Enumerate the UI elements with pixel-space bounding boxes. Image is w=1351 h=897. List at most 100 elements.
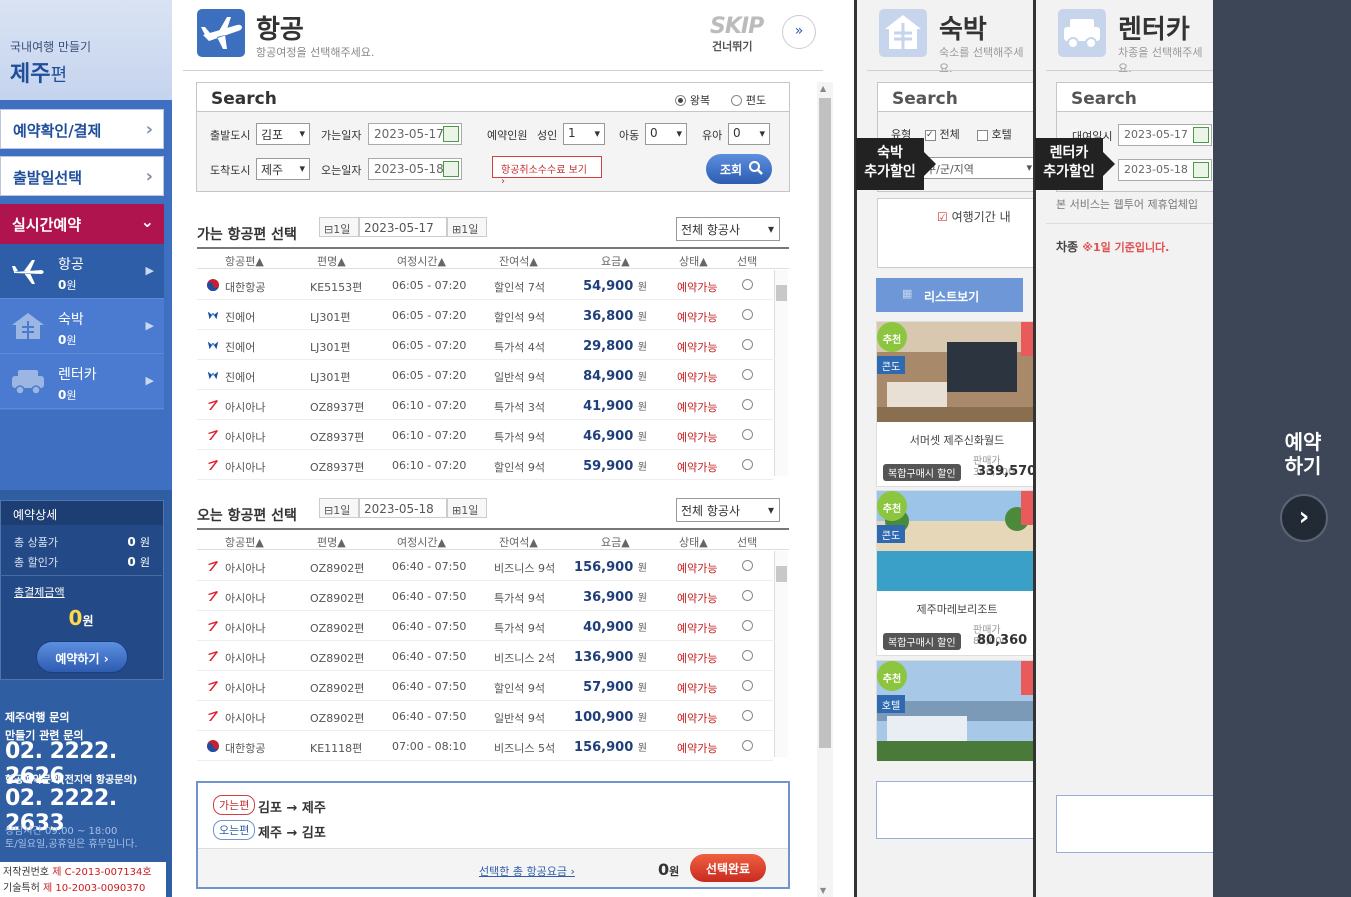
- select-radio[interactable]: [742, 339, 753, 350]
- flight-row[interactable]: 대한항공 KE1118편 07:00 - 08:10 비즈니스 5석 156,900 원…: [197, 731, 773, 761]
- dep-city-select[interactable]: 김포: [256, 123, 310, 145]
- sidebar-item-label: 항공: [58, 257, 84, 273]
- trip-round-radio[interactable]: 왕복: [675, 92, 710, 108]
- flight-row[interactable]: 아시아나 OZ8937편 06:10 - 07:20 특가석 9석 46,900 원 예약…: [197, 420, 773, 450]
- select-radio[interactable]: [742, 560, 753, 571]
- inbound-scrollbar[interactable]: [774, 551, 788, 757]
- sidebar-item-hotel[interactable]: 숙박 0원 ▶: [0, 299, 164, 354]
- flight-row[interactable]: 대한항공 KE5153편 06:05 - 07:20 할인석 7석 54,900 원 예약…: [197, 270, 773, 300]
- calendar-icon[interactable]: [443, 161, 459, 177]
- select-done-button[interactable]: 선택완료: [690, 854, 766, 882]
- book-now-arrow-button[interactable]: ›: [1280, 494, 1328, 542]
- select-radio[interactable]: [742, 429, 753, 440]
- back-date-input[interactable]: 2023-05-18: [368, 158, 462, 180]
- scroll-down-icon[interactable]: ▼: [820, 886, 826, 895]
- skip-button[interactable]: »: [782, 15, 816, 49]
- flight-row[interactable]: 진에어 LJ301편 06:05 - 07:20 할인석 9석 36,800 원 예약가능: [197, 300, 773, 330]
- list-view-button[interactable]: ▦ 리스트보기: [876, 278, 1023, 312]
- column-header[interactable]: 상태▲: [679, 534, 708, 550]
- menu-departure-date[interactable]: 출발일선택 ›: [0, 156, 164, 196]
- flight-row[interactable]: 아시아나 OZ8902편 06:40 - 07:50 비즈니스 9석 156,900 원…: [197, 551, 773, 581]
- sidebar-book-button[interactable]: 예약하기 ›: [36, 641, 128, 673]
- period-check[interactable]: ☑ 여행기간 내: [937, 208, 1011, 225]
- hotel-type-all[interactable]: ✓ 전체: [925, 126, 960, 142]
- outbound-scrollbar[interactable]: [774, 270, 788, 476]
- column-header[interactable]: 여정시간▲: [397, 534, 446, 550]
- inbound-next-day[interactable]: ⊞1일: [447, 498, 487, 518]
- calendar-icon[interactable]: [1193, 162, 1209, 178]
- flight-row[interactable]: 아시아나 OZ8902편 06:40 - 07:50 특가석 9석 36,900 원 예약…: [197, 581, 773, 611]
- flight-row[interactable]: 아시아나 OZ8902편 06:40 - 07:50 일반석 9석 100,900 원 예…: [197, 701, 773, 731]
- chevron-right-icon: ▶: [145, 264, 154, 277]
- column-header: 선택: [737, 536, 758, 549]
- menu-booking-check[interactable]: 예약확인/결제 ›: [0, 109, 164, 149]
- column-header[interactable]: 요금▲: [601, 534, 630, 550]
- skip-label[interactable]: SKIP: [710, 14, 764, 39]
- menu-realtime-booking[interactable]: 실시간예약 ⌄: [0, 204, 164, 244]
- column-header[interactable]: 여정시간▲: [397, 253, 446, 269]
- outbound-prev-day[interactable]: ⊟1일: [319, 217, 359, 237]
- select-radio[interactable]: [742, 710, 753, 721]
- column-header[interactable]: 편명▲: [317, 534, 346, 550]
- flight-row[interactable]: 아시아나 OZ8937편 06:10 - 07:20 할인석 9석 59,900 원 예약…: [197, 450, 773, 480]
- outbound-airline-select[interactable]: 전체 항공사 ▾: [676, 217, 780, 241]
- flight-row[interactable]: 아시아나 OZ8902편 06:40 - 07:50 할인석 9석 57,900 원 예약…: [197, 671, 773, 701]
- arr-city-select[interactable]: 제주: [256, 158, 310, 180]
- cancel-fee-button[interactable]: 항공취소수수료 보기 ›: [492, 156, 602, 187]
- seat-class: 특가석 4석: [494, 341, 545, 354]
- column-header[interactable]: 잔여석▲: [499, 253, 538, 269]
- select-radio[interactable]: [742, 590, 753, 601]
- search-button[interactable]: 조회: [706, 154, 772, 184]
- column-header[interactable]: 잔여석▲: [499, 534, 538, 550]
- infant-select[interactable]: 0: [728, 123, 770, 145]
- skip-sublabel[interactable]: 건너뛰기: [712, 38, 752, 54]
- main-scrollbar-thumb[interactable]: [819, 98, 831, 748]
- sidebar-item-rentcar[interactable]: 렌터카 0원 ▶: [0, 354, 164, 409]
- column-header[interactable]: 항공편▲: [225, 534, 264, 550]
- column-header[interactable]: 상태▲: [679, 253, 708, 269]
- go-date-input[interactable]: 2023-05-17: [368, 123, 462, 145]
- select-radio[interactable]: [742, 680, 753, 691]
- book-now-label[interactable]: 예약 하기: [1213, 430, 1351, 478]
- select-radio[interactable]: [742, 309, 753, 320]
- flight-row[interactable]: 진에어 LJ301편 06:05 - 07:20 일반석 9석 84,900 원 예약가능: [197, 360, 773, 390]
- fare: 57,900 원: [583, 680, 647, 695]
- sidebar: 국내여행 만들기 제주편 예약확인/결제 › 출발일선택 › 실시간예약 ⌄ 항공 0…: [0, 0, 172, 897]
- flight-row[interactable]: 아시아나 OZ8937편 06:10 - 07:20 특가석 3석 41,900 원 예약…: [197, 390, 773, 420]
- adult-label: 성인: [537, 129, 558, 142]
- flight-row[interactable]: 아시아나 OZ8902편 06:40 - 07:50 비즈니스 2석 136,900 원…: [197, 641, 773, 671]
- hotel-type-hotel[interactable]: 호텔: [977, 126, 1012, 142]
- calendar-icon[interactable]: [1193, 127, 1209, 143]
- select-radio[interactable]: [742, 459, 753, 470]
- calendar-icon[interactable]: [443, 126, 459, 142]
- hotel-card[interactable]: 추천 콘도 제주마레보리조트 판매가 82,000 복합구매시 할인 80,36…: [876, 490, 1037, 656]
- select-radio[interactable]: [742, 650, 753, 661]
- flight-row[interactable]: 아시아나 OZ8902편 06:40 - 07:50 특가석 9석 40,900 원 예약…: [197, 611, 773, 641]
- column-header[interactable]: 요금▲: [601, 253, 630, 269]
- hotel-card[interactable]: 추천 호텔: [876, 660, 1037, 761]
- adult-select[interactable]: 1: [563, 123, 605, 145]
- flight-row[interactable]: 진에어 LJ301편 06:05 - 07:20 특가석 4석 29,800 원 예약가능: [197, 330, 773, 360]
- scroll-up-icon[interactable]: ▲: [820, 84, 826, 93]
- return-date-input[interactable]: 2023-05-18: [1118, 159, 1212, 181]
- region-select[interactable]: 구/군/지역 ▾: [919, 157, 1036, 179]
- select-radio[interactable]: [742, 369, 753, 380]
- trip-oneway-radio[interactable]: 편도: [731, 92, 766, 108]
- inbound-airline-select[interactable]: 전체 항공사 ▾: [676, 498, 780, 522]
- sidebar-item-flight[interactable]: 항공 0원 ▶: [0, 244, 164, 299]
- rent-date-input[interactable]: 2023-05-17: [1118, 124, 1212, 146]
- airline-name: 아시아나: [225, 622, 266, 635]
- inbound-prev-day[interactable]: ⊟1일: [319, 498, 359, 518]
- total-pay-label[interactable]: 총결제금액: [14, 584, 65, 600]
- select-radio[interactable]: [742, 740, 753, 751]
- chevron-down-icon: ⌄: [140, 212, 154, 231]
- outbound-next-day[interactable]: ⊞1일: [447, 217, 487, 237]
- chevron-right-icon: ›: [1298, 502, 1310, 532]
- child-select[interactable]: 0: [645, 123, 687, 145]
- column-header[interactable]: 편명▲: [317, 253, 346, 269]
- select-radio[interactable]: [742, 620, 753, 631]
- select-radio[interactable]: [742, 279, 753, 290]
- column-header[interactable]: 항공편▲: [225, 253, 264, 269]
- hotel-card[interactable]: 추천 콘도 서머셋 제주신화월드 판매가 346,500 복합구매시 할인 33…: [876, 321, 1037, 487]
- select-radio[interactable]: [742, 399, 753, 410]
